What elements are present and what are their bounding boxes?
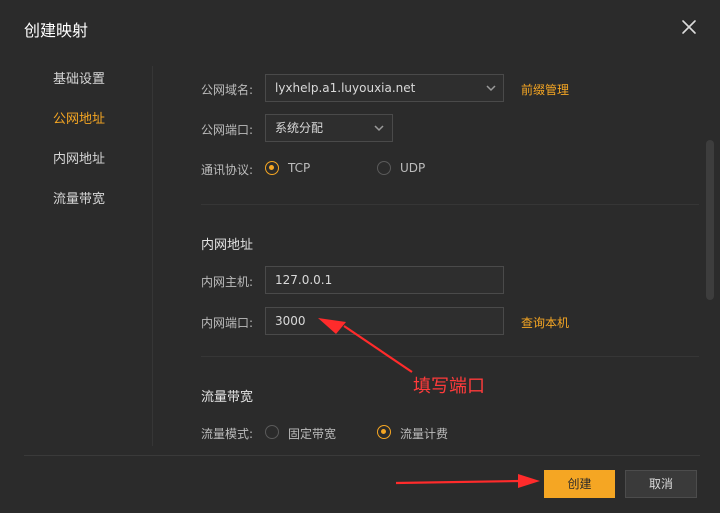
annotation-text: 填写端口 (413, 376, 485, 397)
annotation-arrowhead-create (518, 474, 540, 488)
create-mapping-dialog: 创建映射 基础设置 公网地址 内网地址 流量带宽 公网域名: lyxhelp.a… (0, 0, 720, 513)
annotation-arrowhead-port (318, 318, 346, 334)
annotation-arrow-create (395, 479, 521, 485)
annotation-arrow-port (343, 325, 413, 373)
annotation-arrows (318, 318, 540, 488)
